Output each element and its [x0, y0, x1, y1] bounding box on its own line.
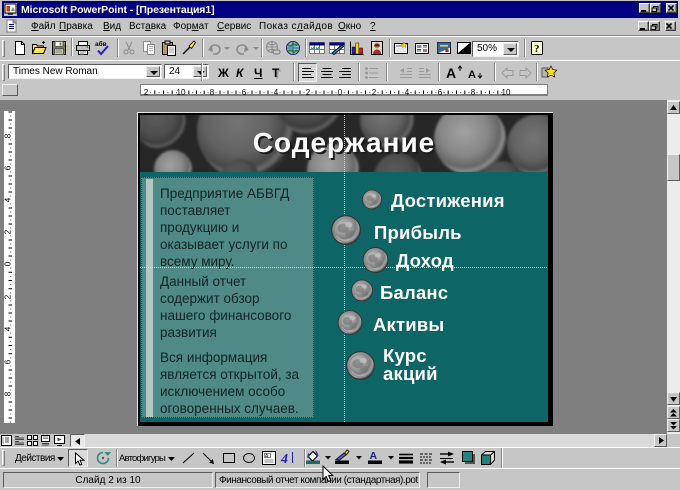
svg-text:4: 4	[274, 88, 279, 97]
svg-text:А: А	[468, 69, 476, 80]
svg-text:2: 2	[4, 294, 13, 299]
svg-text:6: 6	[4, 165, 13, 170]
svg-text:2: 2	[372, 88, 377, 97]
svg-text:2: 2	[144, 88, 149, 97]
svg-text:2: 2	[4, 229, 13, 234]
svg-text:10: 10	[502, 88, 511, 97]
svg-text:6: 6	[4, 359, 13, 364]
svg-text:абв: абв	[95, 40, 107, 48]
svg-text:0: 0	[338, 88, 343, 97]
svg-text:А: А	[370, 450, 378, 462]
svg-text:8: 8	[210, 88, 215, 97]
svg-text:А: А	[446, 65, 456, 80]
svg-text:0: 0	[4, 261, 13, 266]
svg-text:2: 2	[306, 88, 311, 97]
svg-text:4: 4	[405, 88, 410, 97]
svg-text:8: 8	[471, 88, 476, 97]
svg-text:?: ?	[534, 43, 540, 55]
svg-text:8: 8	[4, 133, 13, 138]
svg-text:4: 4	[280, 452, 288, 466]
svg-text:4: 4	[4, 326, 13, 331]
svg-text:8: 8	[4, 391, 13, 396]
svg-text:6: 6	[242, 88, 247, 97]
svg-text:6: 6	[438, 88, 443, 97]
svg-text:4: 4	[4, 197, 13, 202]
